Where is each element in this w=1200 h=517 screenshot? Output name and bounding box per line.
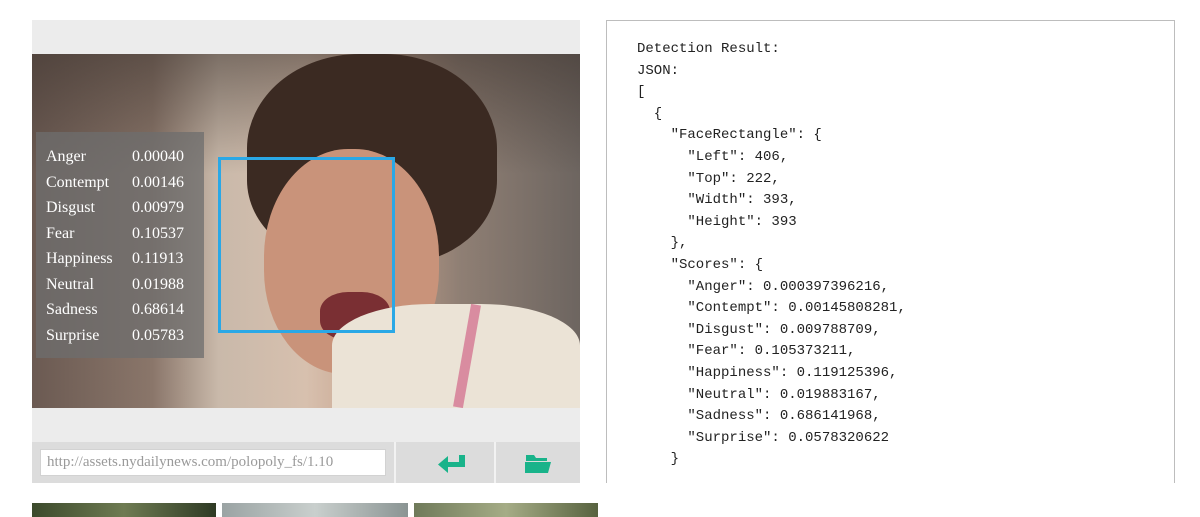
detection-result-json: Detection Result: JSON: [ { "FaceRectang… [637,39,906,471]
result-line: { [637,105,663,122]
score-value: 0.68614 [132,301,184,318]
score-row: Contempt 0.00146 [46,170,184,196]
score-value: 0.05783 [132,326,184,344]
result-line: "Neutral": 0.019883167, [637,386,881,403]
score-label: Neutral [46,275,94,293]
score-value: 0.10537 [132,224,184,242]
result-line: "Happiness": 0.119125396, [637,364,898,381]
open-folder-icon [525,454,551,473]
score-value: 0.00040 [132,148,184,165]
score-label: Happiness [46,250,113,267]
result-line: "Disgust": 0.009788709, [637,321,881,338]
score-label: Contempt [46,173,110,191]
result-line: "Left": 406, [637,148,789,165]
score-value: 0.00979 [132,199,184,216]
score-label: Anger [46,148,86,165]
result-line: "Surprise": 0.0578320622 [637,429,890,446]
score-row: Neutral 0.01988 [46,272,184,298]
submit-url-button[interactable] [420,446,484,479]
score-value: 0.00146 [132,173,184,191]
score-row: Disgust 0.00979 [46,195,184,221]
toolbar-divider [494,442,496,483]
score-row: Happiness 0.11913 [46,246,184,272]
emotion-scores-overlay: Anger 0.00040 Contempt 0.00146 Disgust 0.0097… [36,132,204,358]
url-toolbar [32,442,580,483]
sample-thumbnail[interactable] [414,503,598,517]
result-line: "Fear": 0.105373211, [637,343,856,360]
score-row: Anger 0.00040 [46,144,184,170]
sample-thumbnail[interactable] [32,503,216,517]
image-url-input[interactable] [40,449,386,476]
result-line: "Height": 393 [637,213,797,230]
score-value: 0.11913 [132,250,184,267]
score-label: Surprise [46,326,100,344]
score-value: 0.01988 [132,275,184,293]
enter-arrow-icon [438,454,465,473]
result-line: "FaceRectangle": { [637,127,822,144]
result-line: "Anger": 0.000397396216, [637,278,890,295]
result-line: "Top": 222, [637,170,780,187]
emotion-scores-table: Anger 0.00040 Contempt 0.00146 Disgust 0.0097… [46,144,184,348]
score-row: Fear 0.10537 [46,221,184,247]
browse-file-button[interactable] [506,446,570,479]
result-line: "Contempt": 0.00145808281, [637,300,906,317]
result-line: }, [637,235,688,252]
score-label: Disgust [46,199,95,216]
result-line: JSON: [637,62,680,79]
score-row: Surprise 0.05783 [46,323,184,349]
result-line: "Scores": { [637,256,764,273]
detection-result-panel: Detection Result: JSON: [ { "FaceRectang… [606,20,1175,483]
sample-thumbnail[interactable] [222,503,408,517]
result-line: Detection Result: [637,41,780,57]
score-row: Sadness 0.68614 [46,297,184,323]
score-label: Fear [46,224,75,242]
result-line: "Width": 393, [637,192,797,209]
toolbar-divider [394,442,396,483]
score-label: Sadness [46,301,98,318]
result-line: "Sadness": 0.686141968, [637,408,881,425]
face-rectangle [218,157,395,333]
result-line: [ [637,84,646,101]
result-line: } [637,451,680,468]
